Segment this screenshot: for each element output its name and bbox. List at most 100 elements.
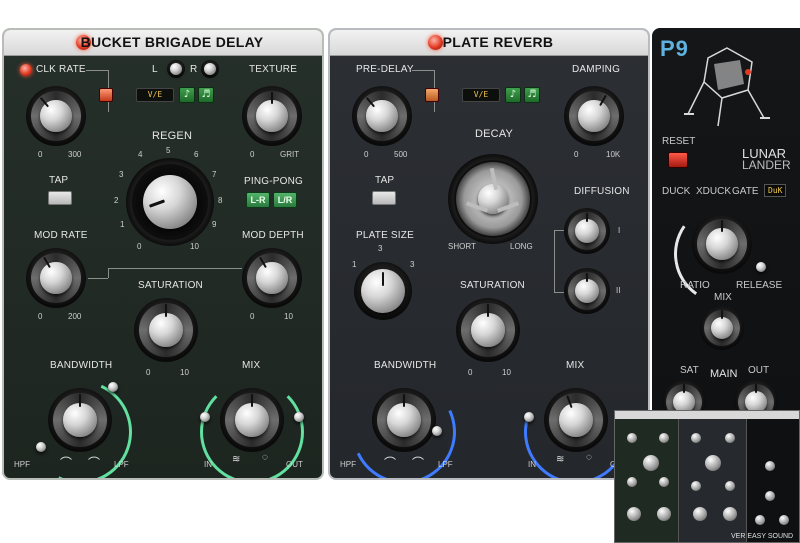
plate-hpf-label: HPF (340, 460, 356, 469)
pre-delay-label: PRE-DELAY (356, 64, 414, 75)
plate-lpf-curve-icon: ⌒ (412, 456, 425, 470)
diffusion-label: DIFFUSION (574, 186, 630, 197)
bbd-saturation-knob[interactable] (134, 298, 198, 362)
mod-depth-label: MOD DEPTH (242, 230, 304, 241)
lr-mini-knob[interactable] (167, 60, 185, 78)
regen-tick-4: 4 (138, 150, 143, 159)
plate-saturation-max: 10 (502, 368, 511, 377)
bbd-hpf-label: HPF (14, 460, 30, 469)
bbd-note-button-1[interactable]: ♪ (179, 87, 195, 103)
bbd-mix-handle-out[interactable] (294, 412, 304, 422)
decay-knob[interactable] (448, 154, 538, 244)
bbd-mix-wet-icon: ≋ (232, 454, 241, 465)
diffusion-i-label: I (618, 226, 621, 235)
bbd-tap-button[interactable] (48, 191, 72, 205)
bbd-mix-knob[interactable] (220, 388, 284, 452)
ping-pong-label: PING-PONG (244, 176, 304, 187)
bbd-mix-handle-in[interactable] (200, 412, 210, 422)
p9-sat-label: SAT (680, 365, 699, 376)
preset-thumbnail[interactable]: VER EASY SOUND (614, 410, 800, 543)
plate-mix-knob[interactable] (544, 388, 608, 452)
thumbnail-knob (627, 477, 637, 487)
regen-tick-3: 3 (119, 170, 124, 179)
regen-tick-7: 7 (212, 170, 217, 179)
plate-sync-display[interactable]: V/E (462, 88, 500, 102)
plate-size-knob[interactable] (354, 262, 412, 320)
diffusion-i-knob[interactable] (564, 208, 610, 254)
texture-max: GRIT (280, 150, 300, 159)
bbd-bandwidth-handle-lpf[interactable] (108, 382, 118, 392)
clk-rate-knob[interactable] (26, 86, 86, 146)
plate-size-tick-1: 1 (352, 260, 357, 269)
thumbnail-knob (705, 455, 721, 471)
lunar-lander-module-icon (682, 42, 772, 130)
clk-rate-max: 300 (68, 150, 82, 159)
p9-mix-label: MIX (714, 292, 732, 303)
diffusion-link-3 (554, 292, 564, 293)
mod-depth-knob[interactable] (242, 248, 302, 308)
p9-duck-label[interactable]: DUCK (662, 186, 690, 197)
p9-reset-button[interactable] (668, 152, 688, 168)
thumbnail-knob (643, 455, 659, 471)
mod-rate-min: 0 (38, 312, 43, 321)
plate-note-button-1[interactable]: ♪ (505, 87, 521, 103)
plate-saturation-label: SATURATION (460, 280, 525, 291)
clk-rate-led-icon[interactable] (20, 64, 32, 76)
pre-delay-knob[interactable] (352, 86, 412, 146)
mod-link-line-3 (108, 268, 242, 269)
clk-rate-min: 0 (38, 150, 43, 159)
p9-brand-lander: LANDER (742, 158, 791, 172)
plate-saturation-knob[interactable] (456, 298, 520, 362)
plate-bandwidth-knob[interactable] (372, 388, 436, 452)
thumbnail-knob (627, 433, 637, 443)
plate-saturation-min: 0 (468, 368, 473, 377)
plate-title: PLATE REVERB (442, 34, 554, 50)
plate-size-tick-3: 3 (410, 260, 415, 269)
plate-reverb-panel: PLATE REVERB PRE-DELAY 0 500 V/E ♪ ♬ DAM… (328, 28, 650, 480)
damping-knob[interactable] (564, 86, 624, 146)
decay-label: DECAY (475, 128, 514, 140)
texture-knob[interactable] (242, 86, 302, 146)
regen-knob[interactable] (126, 158, 214, 246)
plate-mix-drop-icon: ◌ (586, 452, 593, 463)
p9-release-handle[interactable] (756, 262, 766, 272)
thumbnail-knob (691, 433, 701, 443)
p9-duk-display[interactable]: DuK (764, 184, 787, 197)
mod-rate-max: 200 (68, 312, 82, 321)
plate-note-button-2[interactable]: ♬ (524, 87, 540, 103)
plate-title-bar: PLATE REVERB (330, 30, 648, 56)
regen-tick-10: 10 (190, 242, 199, 251)
mod-rate-knob[interactable] (26, 248, 86, 308)
p9-ratio-knob[interactable] (692, 214, 752, 274)
texture-min: 0 (250, 150, 255, 159)
p9-mix-knob[interactable] (700, 306, 744, 350)
lr-mini-knob-2[interactable] (201, 60, 219, 78)
bbd-mix-label: MIX (242, 360, 261, 371)
bbd-note-button-2[interactable]: ♬ (198, 87, 214, 103)
bbd-lpf-label: LPF (114, 460, 129, 469)
plate-bandwidth-handle-lpf[interactable] (432, 426, 442, 436)
plate-tap-button[interactable] (372, 191, 396, 205)
plate-mix-handle-in[interactable] (524, 412, 534, 422)
bucket-brigade-delay-panel: BUCKET BRIGADE DELAY CLK RATE 0 300 L R … (2, 28, 324, 480)
p9-main-label: MAIN (710, 368, 738, 380)
pre-delay-link-line (412, 70, 434, 71)
ping-pong-lslashr-button[interactable]: L/R (273, 192, 297, 208)
pre-delay-sync-button[interactable] (425, 88, 439, 102)
thumbnail-bbd-panel (615, 411, 679, 542)
ping-pong-lr-button[interactable]: L-R (246, 192, 270, 208)
thumbnail-knob (659, 433, 669, 443)
plate-bandwidth-label: BANDWIDTH (374, 360, 437, 371)
diffusion-ii-knob[interactable] (564, 268, 610, 314)
clk-sync-button[interactable] (99, 88, 113, 102)
p9-gate-label[interactable]: GATE (732, 186, 758, 197)
diffusion-link-2 (554, 230, 555, 292)
p9-xduck-label[interactable]: XDUCK (696, 186, 731, 197)
bbd-mix-drop-icon: ◌ (262, 452, 269, 463)
bbd-bandwidth-handle-hpf[interactable] (36, 442, 46, 452)
bbd-sync-display[interactable]: V/E (136, 88, 174, 102)
regen-label: REGEN (152, 130, 193, 142)
bbd-bandwidth-knob[interactable] (48, 388, 112, 452)
bbd-mix-out-label: OUT (286, 460, 303, 469)
regen-tick-2: 2 (114, 196, 119, 205)
